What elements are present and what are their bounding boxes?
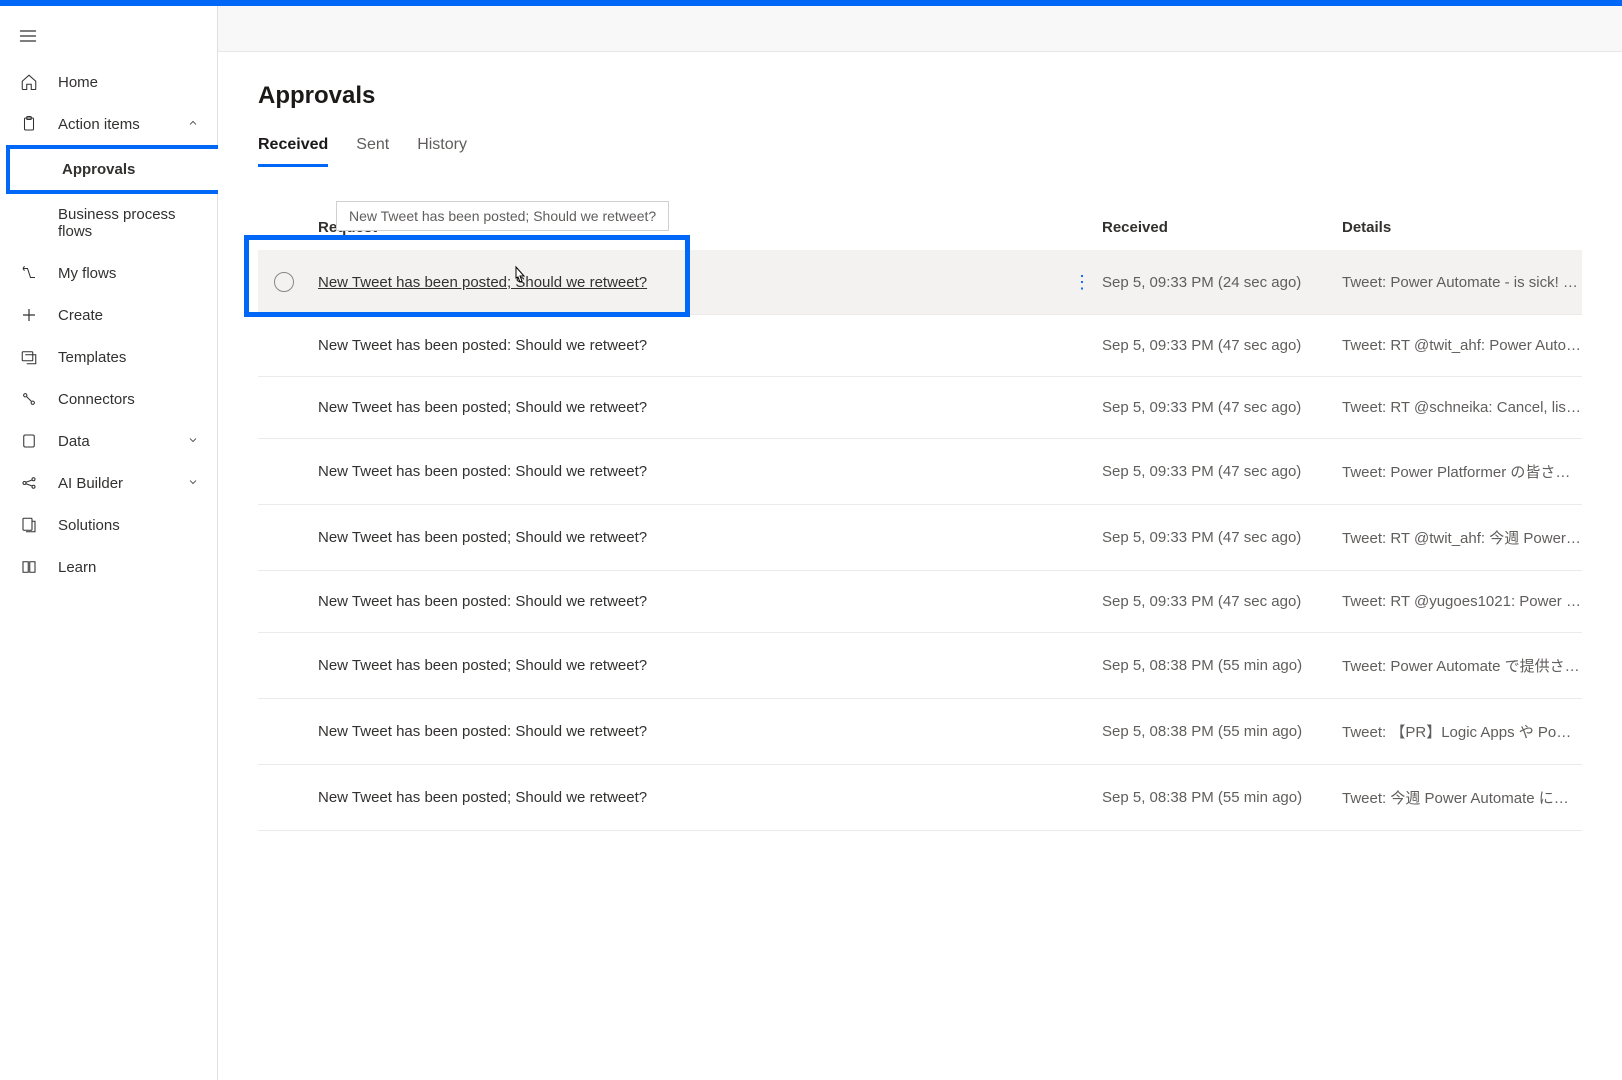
sidebar-item-label: Connectors xyxy=(58,391,135,408)
row-details: Tweet: RT @twit_ahf: Power Automat... xyxy=(1342,337,1582,354)
row-request[interactable]: New Tweet has been posted; Should we ret… xyxy=(318,657,1062,674)
row-request[interactable]: New Tweet has been posted: Should we ret… xyxy=(318,723,1062,740)
row-details: Tweet: Power Automate - is sick! Na... xyxy=(1342,274,1582,291)
sidebar-item-label: My flows xyxy=(58,265,116,282)
list-row[interactable]: New Tweet has been posted; Should we ret… xyxy=(258,765,1582,831)
sidebar-item-label: Learn xyxy=(58,559,96,576)
tooltip: New Tweet has been posted; Should we ret… xyxy=(336,201,669,231)
data-icon xyxy=(18,432,40,450)
row-details: Tweet: Power Platformer の皆さん、... xyxy=(1342,461,1582,482)
sidebar-item-action-items[interactable]: Action items xyxy=(0,103,217,145)
home-icon xyxy=(18,73,40,91)
sidebar-item-label: Action items xyxy=(58,116,140,133)
row-details: Tweet: RT @schneika: Cancel, list, rea..… xyxy=(1342,399,1582,416)
list-row[interactable]: New Tweet has been posted: Should we ret… xyxy=(258,315,1582,377)
book-icon xyxy=(18,558,40,576)
row-request[interactable]: New Tweet has been posted; Should we ret… xyxy=(318,529,1062,546)
row-received: Sep 5, 09:33 PM (24 sec ago) xyxy=(1102,274,1342,291)
row-request[interactable]: New Tweet has been posted; Should we ret… xyxy=(318,274,1062,291)
sidebar-item-label: AI Builder xyxy=(58,475,123,492)
row-details: Tweet: Power Automate で提供され... xyxy=(1342,655,1582,676)
row-received: Sep 5, 09:33 PM (47 sec ago) xyxy=(1102,593,1342,610)
clipboard-icon xyxy=(18,115,40,133)
sidebar: Home Action items Approvals Business pro… xyxy=(0,6,218,1080)
col-header-received[interactable]: Received xyxy=(1102,219,1342,236)
tab-sent[interactable]: Sent xyxy=(356,136,389,167)
sidebar-item-ai-builder[interactable]: AI Builder xyxy=(0,462,217,504)
list-row[interactable]: New Tweet has been posted: Should we ret… xyxy=(258,571,1582,633)
row-details: Tweet: RT @twit_ahf: 今週 Power Aut... xyxy=(1342,527,1582,548)
sidebar-item-label: Business process flows xyxy=(58,206,176,240)
sidebar-item-my-flows[interactable]: My flows xyxy=(0,252,217,294)
row-request[interactable]: New Tweet has been posted; Should we ret… xyxy=(318,399,1062,416)
sidebar-item-solutions[interactable]: Solutions xyxy=(0,504,217,546)
ai-builder-icon xyxy=(18,474,40,492)
list-row[interactable]: New Tweet has been posted; Should we ret… xyxy=(258,633,1582,699)
tab-history[interactable]: History xyxy=(417,136,467,167)
row-received: Sep 5, 08:38 PM (55 min ago) xyxy=(1102,723,1342,740)
header-spacer xyxy=(218,6,1622,52)
row-received: Sep 5, 08:38 PM (55 min ago) xyxy=(1102,657,1342,674)
page-title: Approvals xyxy=(258,82,1582,110)
flow-icon xyxy=(18,264,40,282)
sidebar-item-label: Templates xyxy=(58,349,126,366)
list-row[interactable]: New Tweet has been posted: Should we ret… xyxy=(258,439,1582,505)
list-row[interactable]: New Tweet has been posted; Should we ret… xyxy=(258,250,1582,315)
sidebar-item-home[interactable]: Home xyxy=(0,61,217,103)
row-details: Tweet: RT @yugoes1021: Power Platf... xyxy=(1342,593,1582,610)
plus-icon xyxy=(18,306,40,324)
row-select-radio[interactable] xyxy=(274,272,294,292)
sidebar-item-data[interactable]: Data xyxy=(0,420,217,462)
approvals-list: New Tweet has been posted; Should we ret… xyxy=(258,207,1582,831)
chevron-down-icon xyxy=(187,433,199,450)
row-details: Tweet: 今週 Power Automate に追加... xyxy=(1342,787,1582,808)
row-details: Tweet: 【PR】Logic Apps や Power A... xyxy=(1342,721,1582,742)
sidebar-item-label: Create xyxy=(58,307,103,324)
row-received: Sep 5, 09:33 PM (47 sec ago) xyxy=(1102,337,1342,354)
chevron-up-icon xyxy=(187,116,199,133)
main-area: Approvals Received Sent History New Twee… xyxy=(218,6,1622,1080)
hamburger-menu[interactable] xyxy=(0,14,217,61)
list-row[interactable]: New Tweet has been posted; Should we ret… xyxy=(258,505,1582,571)
row-request[interactable]: New Tweet has been posted: Should we ret… xyxy=(318,593,1062,610)
sidebar-item-label: Data xyxy=(58,433,90,450)
sidebar-item-connectors[interactable]: Connectors xyxy=(0,378,217,420)
sidebar-item-approvals[interactable]: Approvals xyxy=(6,145,223,194)
sidebar-item-business-process-flows[interactable]: Business process flows xyxy=(0,194,217,252)
sidebar-item-templates[interactable]: Templates xyxy=(0,336,217,378)
sidebar-item-label: Approvals xyxy=(62,161,135,178)
row-request[interactable]: New Tweet has been posted: Should we ret… xyxy=(318,337,1062,354)
row-received: Sep 5, 09:33 PM (47 sec ago) xyxy=(1102,529,1342,546)
tab-received[interactable]: Received xyxy=(258,136,328,167)
sidebar-item-label: Home xyxy=(58,74,98,91)
hamburger-icon xyxy=(18,26,38,46)
tabs: Received Sent History xyxy=(258,136,1582,167)
row-received: Sep 5, 08:38 PM (55 min ago) xyxy=(1102,789,1342,806)
sidebar-item-label: Solutions xyxy=(58,517,120,534)
list-row[interactable]: New Tweet has been posted; Should we ret… xyxy=(258,377,1582,439)
sidebar-item-create[interactable]: Create xyxy=(0,294,217,336)
row-more-icon[interactable]: ⋮ xyxy=(1073,272,1091,292)
row-request[interactable]: New Tweet has been posted; Should we ret… xyxy=(318,789,1062,806)
chevron-down-icon xyxy=(187,475,199,492)
sidebar-item-learn[interactable]: Learn xyxy=(0,546,217,588)
col-header-details[interactable]: Details xyxy=(1342,219,1582,236)
templates-icon xyxy=(18,348,40,366)
connectors-icon xyxy=(18,390,40,408)
list-row[interactable]: New Tweet has been posted: Should we ret… xyxy=(258,699,1582,765)
row-request[interactable]: New Tweet has been posted: Should we ret… xyxy=(318,463,1062,480)
row-received: Sep 5, 09:33 PM (47 sec ago) xyxy=(1102,399,1342,416)
row-received: Sep 5, 09:33 PM (47 sec ago) xyxy=(1102,463,1342,480)
solutions-icon xyxy=(18,516,40,534)
